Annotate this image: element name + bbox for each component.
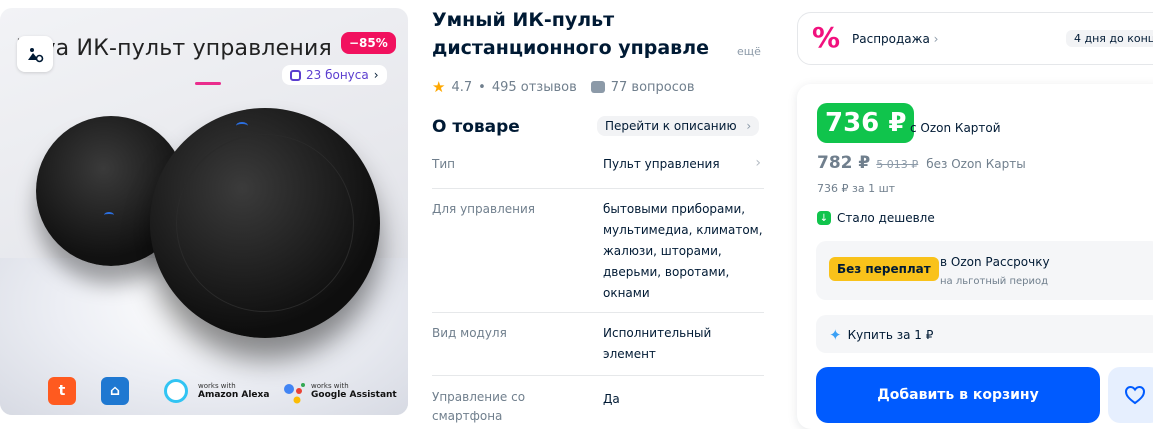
bonus-badge[interactable]: 23 бонуса ›: [282, 65, 387, 85]
star-icon: ★: [432, 78, 446, 96]
questions-icon: [590, 81, 605, 93]
alexa-icon: [164, 379, 188, 403]
spec-key: Для управления: [432, 202, 535, 216]
regular-price-label: без Ozon Карты: [926, 157, 1026, 171]
chevron-right-icon: ›: [755, 155, 761, 171]
favorite-button[interactable]: [1108, 367, 1153, 423]
tuya-icon: t: [48, 377, 76, 405]
questions-link[interactable]: 77 вопросов: [611, 80, 695, 95]
rating-row: ★ 4.7 • 495 отзывов 77 вопросов: [432, 78, 695, 96]
spec-value: Исполнительный элемент: [603, 326, 712, 361]
no-overpay-badge: Без переплат: [829, 257, 939, 281]
regular-price: 782 ₽: [817, 153, 871, 173]
works-with-alexa: works with Amazon Alexa: [198, 382, 270, 400]
spec-value: Да: [603, 392, 620, 406]
spec-key: Управление со смартфона: [432, 390, 526, 423]
arrow-down-icon: ↓: [817, 211, 831, 225]
add-to-cart-button[interactable]: Добавить в корзину: [816, 367, 1100, 423]
title-more-link[interactable]: ещё: [737, 45, 761, 58]
spec-row: Вид модуля Исполнительный элемент: [432, 313, 764, 376]
about-heading: О товаре: [432, 117, 520, 137]
per-unit-price: 736 ₽ за 1 шт: [817, 182, 896, 195]
spec-row: Тип Пульт управления ›: [432, 150, 764, 189]
spec-key: Вид модуля: [432, 326, 507, 340]
sale-label: Распродажа ›: [852, 32, 939, 46]
wifi-icon: [104, 212, 114, 218]
wifi-icon: [236, 122, 248, 130]
spec-row: Управление со смартфона Да: [432, 376, 764, 423]
spec-row: Для управления бытовыми приборами, мульт…: [432, 189, 764, 313]
product-gallery[interactable]: Tuya ИК-пульт управления −85% 23 бонуса …: [0, 8, 408, 415]
bonus-label: 23 бонуса: [306, 68, 369, 82]
rating-value: 4.7: [451, 79, 473, 95]
sale-banner[interactable]: % Распродажа › 4 дня до конца: [797, 12, 1153, 65]
spec-key: Тип: [432, 157, 455, 171]
reviews-link[interactable]: 495 отзывов: [492, 80, 577, 95]
google-assistant-icon: [280, 379, 308, 407]
image-search-icon[interactable]: [17, 36, 53, 72]
ozon-card-label: с Ozon Картой: [910, 121, 1001, 135]
goto-description-button[interactable]: Перейти к описанию ›: [597, 116, 760, 136]
image-caption: Tuya ИК-пульт управления: [18, 36, 332, 61]
old-price: 5 013 ₽: [876, 158, 919, 171]
accent-line: [195, 82, 221, 85]
spec-value: бытовыми приборами, мультимедиа, климато…: [603, 202, 763, 300]
smart-home-icon: ⌂: [101, 377, 129, 405]
product-title: Умный ИК-пульт дистанционного управле: [432, 9, 709, 59]
installment-title: в Ozon Рассрочку: [940, 255, 1050, 269]
sparkle-icon: ✦: [829, 326, 842, 344]
chevron-right-icon: ›: [746, 119, 752, 133]
bonus-icon: [290, 69, 301, 81]
regular-price-row: 782 ₽ 5 013 ₽ без Ozon Карты: [817, 153, 1026, 173]
percent-icon: %: [812, 21, 841, 54]
price-drop: ↓ Стало дешевле: [817, 211, 935, 225]
sale-countdown: 4 дня до конца: [1066, 30, 1153, 47]
installment-subtitle: на льготный период: [940, 276, 1049, 287]
buy-for-1-row: ✦ Купить за 1 ₽: [829, 326, 934, 344]
ozon-card-price: 736 ₽: [817, 103, 915, 143]
ir-device-large: [150, 108, 380, 338]
works-with-google: works with Google Assistant: [311, 382, 397, 400]
discount-badge: −85%: [341, 32, 396, 54]
spec-value[interactable]: Пульт управления: [603, 154, 764, 175]
heart-icon: [1124, 385, 1146, 405]
chevron-right-icon: ›: [373, 68, 379, 82]
